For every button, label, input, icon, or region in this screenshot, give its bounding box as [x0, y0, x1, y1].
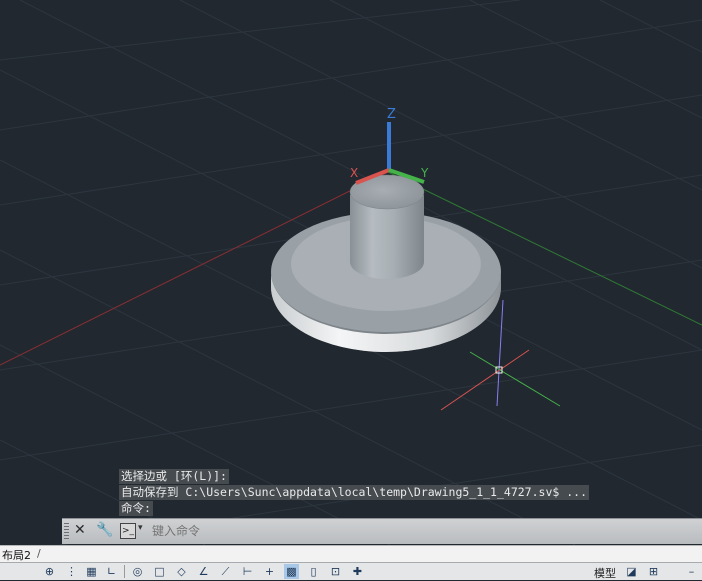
dyn-icon[interactable]: ⊢ — [240, 564, 255, 579]
grip-handle[interactable] — [64, 523, 69, 540]
3d-solid-model[interactable] — [271, 174, 501, 352]
3d-osnap-icon[interactable]: ◇ — [174, 564, 189, 579]
qp-icon[interactable]: ▯ — [306, 564, 321, 579]
command-prompt-icon[interactable]: >_ — [120, 523, 136, 539]
ucs-y-label: Y — [420, 166, 429, 180]
layout-view-icon[interactable]: ◪ — [624, 564, 639, 579]
drawing-viewport[interactable]: Z X Y 选择边或 [环(L)]: 自动保存到 C:\Users\Sunc\a… — [0, 0, 702, 545]
viewport-icon[interactable]: ⊞ — [646, 564, 661, 579]
tab-divider: / — [37, 547, 41, 560]
transparency-icon[interactable]: ▩ — [284, 564, 299, 579]
am-icon[interactable]: ✚ — [350, 564, 365, 579]
ortho-icon[interactable]: ∟ — [104, 564, 119, 579]
ducs-icon[interactable]: ⟋ — [218, 564, 233, 579]
command-input[interactable] — [152, 522, 672, 540]
tab-layout2[interactable]: 布局2 — [0, 547, 33, 563]
otrack-icon[interactable]: ∠ — [196, 564, 211, 579]
layout-tabs-bar: 布局2 / — [0, 545, 702, 562]
wrench-icon[interactable]: 🔧 — [96, 522, 113, 538]
command-history-line-2: 自动保存到 C:\Users\Sunc\appdata\local\temp\D… — [119, 485, 589, 500]
minimize-icon[interactable]: – — [684, 564, 699, 579]
command-history-line-1: 选择边或 [环(L)]: — [119, 469, 229, 484]
close-icon[interactable]: ✕ — [74, 522, 86, 538]
grid-display-icon[interactable]: ▦ — [84, 564, 99, 579]
lineweight-icon[interactable]: + — [262, 564, 277, 579]
snap-icon[interactable]: ⊕ — [42, 564, 57, 579]
ucs-z-label: Z — [387, 107, 396, 122]
polar-icon[interactable]: ◎ — [130, 564, 145, 579]
grid-icon[interactable]: ⋮ — [64, 564, 79, 579]
ucs-icon: Z X Y — [350, 107, 429, 185]
command-history-line-3: 命令: — [119, 501, 153, 516]
ucs-x-label: X — [350, 166, 358, 180]
grid-canvas: Z X Y — [0, 0, 702, 545]
sc-icon[interactable]: ⊡ — [328, 564, 343, 579]
status-bar: ⊕ ⋮ ▦ ∟ ◎ □ ◇ ∠ ⟋ ⊢ + ▩ ▯ ⊡ ✚ 模型 ◪ ⊞ – — [0, 562, 702, 580]
command-line-bar: ✕ 🔧 >_ ▾ — [62, 518, 702, 544]
osnap-icon[interactable]: □ — [152, 564, 167, 579]
chevron-down-icon[interactable]: ▾ — [138, 523, 143, 533]
